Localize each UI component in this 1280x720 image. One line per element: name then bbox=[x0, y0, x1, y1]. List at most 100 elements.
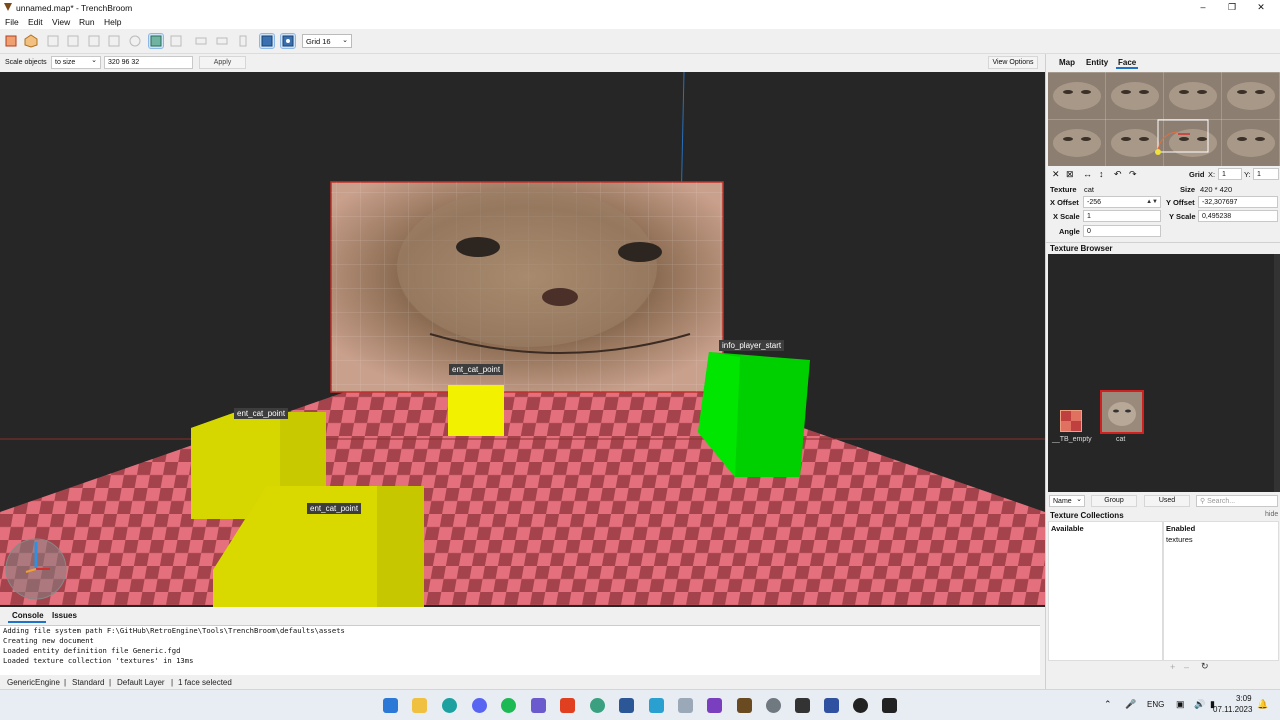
clock-time[interactable]: 3:09 bbox=[1236, 694, 1252, 703]
enabled-collections-list[interactable]: Enabled textures bbox=[1163, 521, 1279, 661]
app-icon[interactable] bbox=[560, 698, 575, 713]
messenger-icon[interactable] bbox=[649, 698, 664, 713]
flip-icon[interactable] bbox=[194, 34, 208, 48]
enabled-collection-item[interactable]: textures bbox=[1166, 535, 1193, 544]
rotate-ccw-icon[interactable]: ↶ bbox=[1114, 169, 1122, 180]
texture-browser-grid[interactable]: __TB_empty cat bbox=[1048, 254, 1280, 492]
y-offset-input[interactable]: -32,307697 bbox=[1198, 196, 1278, 208]
texture-tb-empty-thumb[interactable] bbox=[1060, 410, 1082, 432]
flip-horizontal-icon[interactable]: ↔ bbox=[1083, 169, 1092, 179]
menu-help[interactable]: Help bbox=[104, 17, 121, 27]
chevron-up-icon[interactable]: ⌃ bbox=[1104, 699, 1112, 710]
add-collection-icon[interactable]: + bbox=[1170, 662, 1175, 672]
terminal-icon[interactable] bbox=[882, 698, 897, 713]
show-grid-icon[interactable] bbox=[259, 33, 275, 49]
distribute-icon[interactable] bbox=[236, 34, 250, 48]
trenchbroom-taskbar-icon[interactable] bbox=[737, 698, 752, 713]
map-viewport-3d[interactable]: ent_cat_point ent_cat_point ent_cat_poin… bbox=[0, 72, 1045, 607]
flip-vertical-icon[interactable]: ↕ bbox=[1099, 169, 1104, 179]
menu-view[interactable]: View bbox=[52, 17, 70, 27]
notepad-icon[interactable] bbox=[824, 698, 839, 713]
used-button[interactable]: Used bbox=[1144, 495, 1190, 507]
cat-head bbox=[397, 187, 657, 347]
tab-map[interactable]: Map bbox=[1059, 58, 1075, 67]
y-scale-input[interactable]: 0,495238 bbox=[1198, 210, 1278, 222]
notification-icon[interactable]: 🔔 bbox=[1257, 699, 1268, 710]
vertex-tool-icon[interactable] bbox=[46, 34, 60, 48]
tab-entity[interactable]: Entity bbox=[1086, 58, 1108, 67]
edge-tool-icon[interactable] bbox=[66, 34, 80, 48]
texture-lock-icon[interactable] bbox=[148, 33, 164, 49]
menu-edit[interactable]: Edit bbox=[28, 17, 43, 27]
rotate-tool-icon[interactable] bbox=[128, 34, 142, 48]
reset-alignment-icon[interactable]: ⊠ bbox=[1066, 169, 1074, 180]
align-icon[interactable] bbox=[215, 34, 229, 48]
minimize-button[interactable]: – bbox=[1196, 1, 1210, 13]
rotate-cw-icon[interactable]: ↷ bbox=[1129, 169, 1137, 180]
clip-tool-icon[interactable] bbox=[107, 34, 121, 48]
visual-studio-icon[interactable] bbox=[707, 698, 722, 713]
x-scale-value: 1 bbox=[1087, 213, 1091, 220]
sort-select[interactable]: Name ⌄ bbox=[1049, 495, 1085, 507]
available-collections-list[interactable]: Available bbox=[1048, 521, 1163, 661]
uv-lock-icon[interactable] bbox=[169, 34, 183, 48]
texture-search-input[interactable]: ⚲ Search... bbox=[1196, 495, 1278, 507]
console-output[interactable]: Adding file system path F:\GitHub\RetroE… bbox=[0, 625, 1040, 675]
uv-editor[interactable] bbox=[1048, 72, 1280, 166]
photos-icon[interactable] bbox=[678, 698, 693, 713]
brush-yellow-small bbox=[448, 385, 504, 436]
teams-icon[interactable] bbox=[531, 698, 546, 713]
tab-console[interactable]: Console bbox=[12, 611, 44, 620]
x-offset-input[interactable]: -256 ▲▼ bbox=[1083, 196, 1161, 208]
entity-label: ent_cat_point bbox=[307, 503, 362, 514]
hide-link[interactable]: hide bbox=[1265, 511, 1278, 518]
clock-date[interactable]: 07.11.2023 bbox=[1213, 705, 1252, 714]
volume-icon[interactable]: 🔊 bbox=[1194, 699, 1205, 710]
menu-file[interactable]: File bbox=[5, 17, 19, 27]
grid-y-input[interactable]: 1 bbox=[1253, 168, 1279, 180]
remove-collection-icon[interactable]: – bbox=[1184, 662, 1189, 672]
file-explorer-icon[interactable] bbox=[412, 698, 427, 713]
word-icon[interactable] bbox=[619, 698, 634, 713]
entity-label: ent_cat_point bbox=[449, 364, 504, 375]
scale-size-input[interactable]: 320 96 32 bbox=[104, 56, 193, 69]
enabled-label: Enabled bbox=[1166, 524, 1196, 533]
toolbar bbox=[0, 29, 1280, 54]
apply-button[interactable]: Apply bbox=[199, 56, 246, 69]
language-indicator[interactable]: ENG bbox=[1147, 700, 1164, 709]
7zip-icon[interactable] bbox=[795, 698, 810, 713]
entity-tool-icon[interactable] bbox=[24, 34, 38, 48]
search-placeholder: Search... bbox=[1207, 498, 1236, 505]
face-tool-icon[interactable] bbox=[87, 34, 101, 48]
group-button[interactable]: Group bbox=[1091, 495, 1137, 507]
network-icon[interactable]: ▣ bbox=[1176, 699, 1185, 710]
edge-icon[interactable] bbox=[442, 698, 457, 713]
grid-x-input[interactable]: 1 bbox=[1218, 168, 1242, 180]
tab-face[interactable]: Face bbox=[1118, 58, 1136, 67]
menu-run[interactable]: Run bbox=[79, 17, 95, 27]
github-icon[interactable] bbox=[853, 698, 868, 713]
microphone-icon[interactable]: 🎤 bbox=[1125, 699, 1136, 710]
grid-size-select[interactable]: Grid 16 ⌄ bbox=[302, 34, 352, 48]
new-brush-tool-icon[interactable] bbox=[4, 34, 18, 48]
spinner-icon[interactable]: ▲▼ bbox=[1146, 198, 1158, 206]
texture-cat-thumb[interactable] bbox=[1100, 390, 1144, 434]
snap-grid-icon[interactable] bbox=[280, 33, 296, 49]
settings-icon[interactable] bbox=[766, 698, 781, 713]
discord-icon[interactable] bbox=[472, 698, 487, 713]
start-icon[interactable] bbox=[383, 698, 398, 713]
close-button[interactable]: ✕ bbox=[1254, 1, 1268, 13]
reload-icon[interactable]: ↻ bbox=[1201, 661, 1209, 672]
view-options-button[interactable]: View Options bbox=[988, 56, 1038, 69]
maximize-button[interactable]: ❐ bbox=[1225, 1, 1239, 13]
reset-uv-icon[interactable]: ✕ bbox=[1052, 169, 1060, 180]
grid-y-label: Y: bbox=[1244, 170, 1251, 179]
browser-icon[interactable] bbox=[590, 698, 605, 713]
x-scale-input[interactable]: 1 bbox=[1083, 210, 1161, 222]
scale-mode-select[interactable]: to size ⌄ bbox=[51, 56, 101, 69]
tab-issues[interactable]: Issues bbox=[52, 611, 77, 620]
search-icon: ⚲ bbox=[1200, 498, 1206, 505]
spotify-icon[interactable] bbox=[501, 698, 516, 713]
texture-browser-scrollbar[interactable] bbox=[1274, 254, 1280, 492]
angle-input[interactable]: 0 bbox=[1083, 225, 1161, 237]
